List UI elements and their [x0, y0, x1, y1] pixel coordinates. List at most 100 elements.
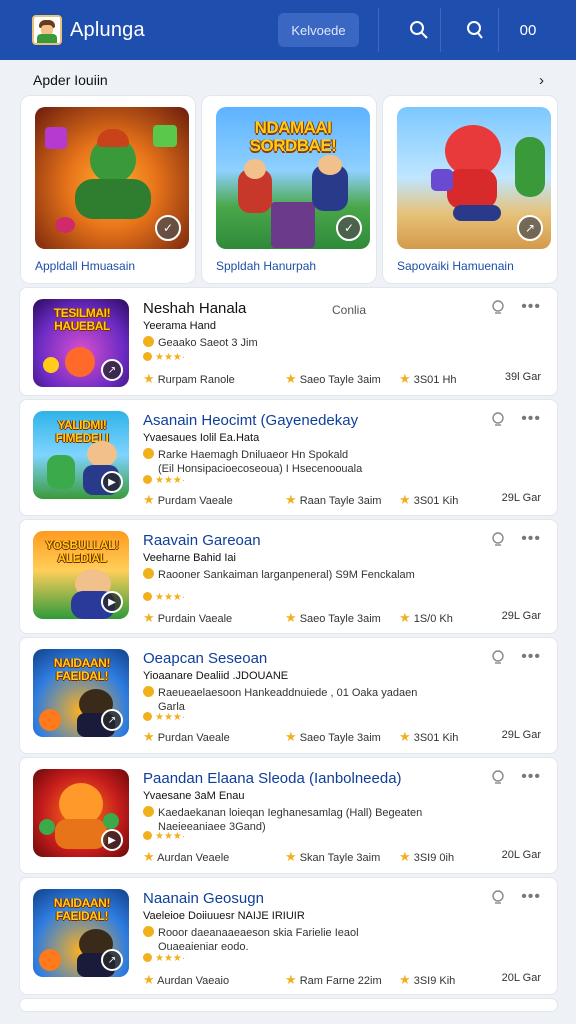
rating-stars: ★★★·	[143, 475, 185, 486]
level-icon	[143, 352, 152, 361]
list-item[interactable]: ▶ Paandan Elaana Sleoda (Ianbolneeda) Yv…	[19, 757, 558, 874]
game-title[interactable]: Raavain Gareoan	[143, 532, 261, 549]
more-icon[interactable]: •••	[521, 768, 541, 786]
bookmark-icon[interactable]	[489, 888, 507, 906]
more-icon[interactable]: •••	[521, 888, 541, 906]
footer-meta-a: ★ Purdan Vaeale	[143, 729, 230, 744]
game-description: Raooner Sankaiman larganpeneral) S9M Fen…	[143, 568, 415, 582]
game-title[interactable]: Oeapcan Seseoan	[143, 650, 267, 667]
bookmark-icon[interactable]	[489, 648, 507, 666]
game-description: Rooor daeanaaeaeson skia Farielie Ieaol O…	[143, 926, 359, 955]
rating-text: ★★★·	[155, 712, 186, 723]
footer-meta-c: ★ 3SI9 0ih	[399, 849, 455, 864]
thumbnail-title: TESILMAI! HAUEBAL	[53, 306, 111, 333]
footer-text: Saeo Tayle 3aim	[299, 613, 381, 625]
app-logo[interactable]	[32, 15, 62, 45]
menu-icon[interactable]: 00	[513, 15, 543, 45]
footer-text: Aurdan Vaeaio	[157, 975, 230, 987]
more-icon[interactable]: •••	[521, 648, 541, 666]
game-title[interactable]: Asanain Heocimt (Gayenedekay	[143, 412, 358, 429]
footer-meta-a: ★ Aurdan Vaeaio	[143, 972, 230, 987]
game-title[interactable]: Neshah Hanala	[143, 300, 246, 317]
app-title: Aplunga	[70, 18, 145, 41]
footer-text: Skan Tayle 3aim	[299, 852, 381, 864]
featured-header[interactable]: Apder Iouiin ›	[19, 67, 558, 93]
row-actions: •••	[489, 530, 541, 548]
featured-card-label: Sppldah Hanurpah	[216, 259, 317, 273]
contact-link[interactable]: Conlia	[332, 303, 366, 317]
play-badge-icon: ↗	[101, 949, 123, 971]
description-text: Kaedaekanan loieqan Ieghanesamlag (Hall)…	[158, 807, 423, 819]
featured-heading: Apder Iouiin	[33, 72, 108, 88]
row-actions: •••	[489, 648, 541, 666]
game-title[interactable]: Paandan Elaana Sleoda (Ianbolneeda)	[143, 770, 402, 787]
game-description: Raeueaelaesoon Hankeaddnuiede , 01 Oaka …	[143, 686, 417, 715]
list-item[interactable]: YALIDMI! FIMEDELI ▶ Asanain Heocimt (Gay…	[19, 399, 558, 516]
footer-text: Saeo Tayle 3aim	[299, 732, 381, 744]
footer-meta-b: ★ Saeo Tayle 3aim	[285, 371, 381, 386]
rating-text: ★★★·	[155, 953, 186, 964]
featured-card-label: Sapovaiki Hamuenain	[397, 259, 514, 273]
footer-text: Purdain Vaeale	[157, 613, 233, 625]
footer-text: 3SI9 0ih	[413, 852, 455, 864]
game-title[interactable]: Naanain Geosugn	[143, 890, 264, 907]
footer-meta-c: ★ 1S/0 Kh	[399, 610, 453, 625]
footer-text: Rurpam Ranole	[157, 374, 235, 386]
footer-meta-d: 29L Gar	[501, 610, 541, 622]
footer-text: 3S01 Kih	[413, 495, 459, 507]
list-item[interactable]: TESILMAI! HAUEBAL ↗ Neshah Hanala Conlia…	[19, 287, 558, 396]
featured-card[interactable]: ↗ Sapovaiki Hamuenain	[382, 95, 558, 284]
footer-meta-d: 29L Gar	[501, 492, 541, 504]
level-icon	[143, 953, 152, 962]
chevron-right-icon[interactable]: ›	[539, 72, 544, 89]
search-alt-icon[interactable]	[460, 15, 490, 45]
featured-card[interactable]: NDAMAAI SORDBAE! ✓ Sppldah Hanurpah	[201, 95, 377, 284]
row-actions: •••	[489, 888, 541, 906]
footer-text: 3S01 Hh	[413, 374, 457, 386]
more-icon[interactable]: •••	[521, 530, 541, 548]
bookmark-icon[interactable]	[489, 768, 507, 786]
rating-stars: ★★★·	[143, 712, 185, 723]
bookmark-icon[interactable]	[489, 410, 507, 428]
list-item[interactable]: NAIDAAN! FAEIDAL! ↗ Naanain Geosugn Vael…	[19, 877, 558, 995]
more-icon[interactable]: •••	[521, 410, 541, 428]
play-badge-icon: ▶	[101, 471, 123, 493]
list-item[interactable]: YOSBULLAL! ALEDIAL ▶ Raavain Gareoan Vee…	[19, 519, 558, 634]
play-badge-icon: ↗	[101, 709, 123, 731]
verified-icon	[143, 926, 154, 937]
rating-stars: ★★★·	[143, 352, 185, 363]
divider	[378, 8, 379, 52]
bookmark-icon[interactable]	[489, 530, 507, 548]
featured-card[interactable]: ✓ Appldall Hmuasain	[20, 95, 196, 284]
game-thumbnail: ✓	[35, 107, 189, 249]
footer-meta-b: ★ Saeo Tayle 3aim	[285, 729, 381, 744]
footer-meta-c: ★ 3S01 Kih	[399, 492, 459, 507]
footer-meta-b: ★ Skan Tayle 3aim	[285, 849, 381, 864]
search-chip[interactable]: Kelvoede	[278, 13, 359, 47]
footer-meta-b: ★ Saeo Tayle 3aim	[285, 610, 381, 625]
footer-text: 3SI9 Kih	[413, 975, 456, 987]
game-subtitle: Yioaanare Dealiid .JDOUANE	[143, 670, 289, 682]
row-footer: ★ Purdain Vaeale ★ Saeo Tayle 3aim ★ 1S/…	[143, 610, 541, 626]
play-badge-icon: ✓	[155, 215, 181, 241]
game-thumbnail: ▶	[33, 769, 129, 857]
game-thumbnail: ↗	[397, 107, 551, 249]
description-text-2: (Eil Honsipacioecoseoua) I Hsecenoouala	[158, 463, 363, 476]
footer-text: Saeo Tayle 3aim	[299, 374, 381, 386]
thumbnail-title: NAIDAAN! FAEIDAL!	[53, 896, 111, 923]
more-icon[interactable]: •••	[521, 298, 541, 316]
verified-icon	[143, 448, 154, 459]
search-icon[interactable]	[404, 15, 434, 45]
footer-text: Aurdan Veaele	[157, 852, 230, 864]
list-item[interactable]: NAIDAAN! FAEIDAL! ↗ Oeapcan Seseoan Yioa…	[19, 637, 558, 754]
play-badge-icon: ↗	[101, 359, 123, 381]
divider	[498, 8, 499, 52]
menu-label: 00	[519, 21, 537, 39]
footer-meta-a: ★ Aurdan Veaele	[143, 849, 230, 864]
next-list-item	[19, 998, 558, 1012]
verified-icon	[143, 806, 154, 817]
bookmark-icon[interactable]	[489, 298, 507, 316]
footer-text: Ram Farne 22im	[299, 975, 382, 987]
footer-meta-a: ★ Rurpam Ranole	[143, 371, 235, 386]
game-subtitle: Yvaesaues Iolil Ea.Hata	[143, 432, 260, 444]
